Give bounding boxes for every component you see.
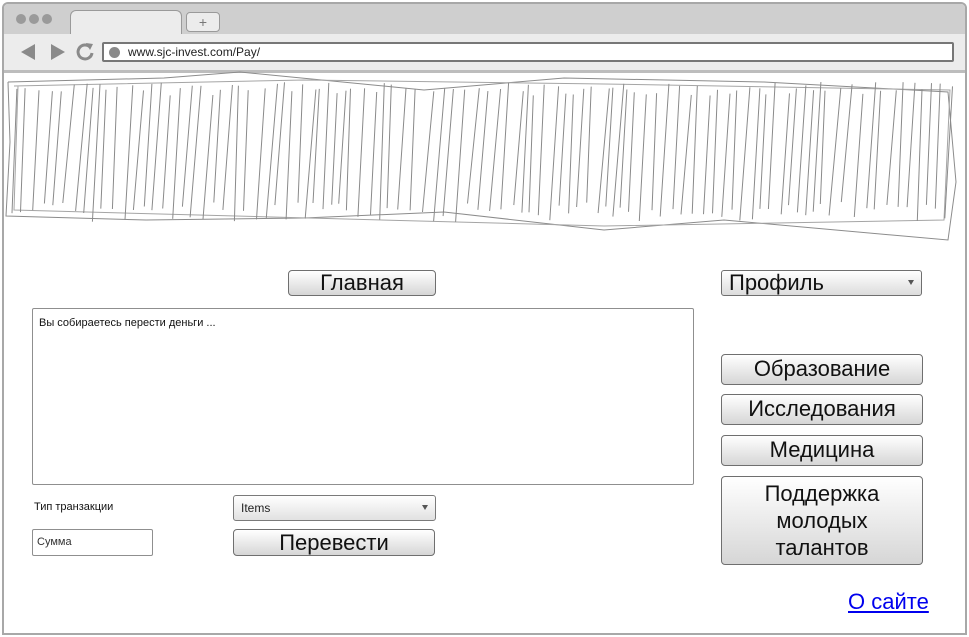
- tab-bar: +: [4, 4, 965, 34]
- category-research-button[interactable]: Исследования: [721, 394, 923, 425]
- banner-image: [5, 71, 957, 241]
- forward-icon[interactable]: [48, 42, 68, 62]
- window-dot-icon[interactable]: [29, 14, 39, 24]
- home-button[interactable]: Главная: [288, 270, 436, 296]
- window-dot-icon[interactable]: [16, 14, 26, 24]
- transaction-type-select[interactable]: Items: [233, 495, 436, 521]
- category-medicine-button[interactable]: Медицина: [721, 435, 923, 466]
- message-text: Вы собираетесь перести деньги ...: [39, 317, 216, 329]
- category-young-talents-button[interactable]: Поддержка молодых талантов: [721, 476, 923, 565]
- chevron-down-icon: [422, 505, 428, 510]
- about-link[interactable]: О сайте: [848, 589, 929, 615]
- new-tab-button[interactable]: +: [186, 12, 220, 32]
- browser-toolbar: www.sjc-invest.com/Pay/: [4, 34, 965, 73]
- window-dot-icon[interactable]: [42, 14, 52, 24]
- back-icon[interactable]: [18, 42, 38, 62]
- globe-icon: [109, 47, 120, 58]
- address-bar[interactable]: www.sjc-invest.com/Pay/: [102, 42, 954, 62]
- category-education-button[interactable]: Образование: [721, 354, 923, 385]
- transfer-button[interactable]: Перевести: [233, 529, 435, 556]
- amount-input[interactable]: Сумма: [32, 529, 153, 556]
- profile-label: Профиль: [729, 270, 824, 295]
- transaction-type-value: Items: [241, 501, 271, 515]
- browser-tab[interactable]: [70, 10, 182, 34]
- chevron-down-icon: [908, 280, 914, 285]
- url-text: www.sjc-invest.com/Pay/: [128, 45, 261, 59]
- profile-dropdown[interactable]: Профиль: [721, 270, 922, 296]
- message-area[interactable]: Вы собираетесь перести деньги ...: [32, 308, 694, 485]
- transaction-type-label: Тип транзакции: [34, 501, 114, 513]
- reload-icon[interactable]: [75, 42, 95, 62]
